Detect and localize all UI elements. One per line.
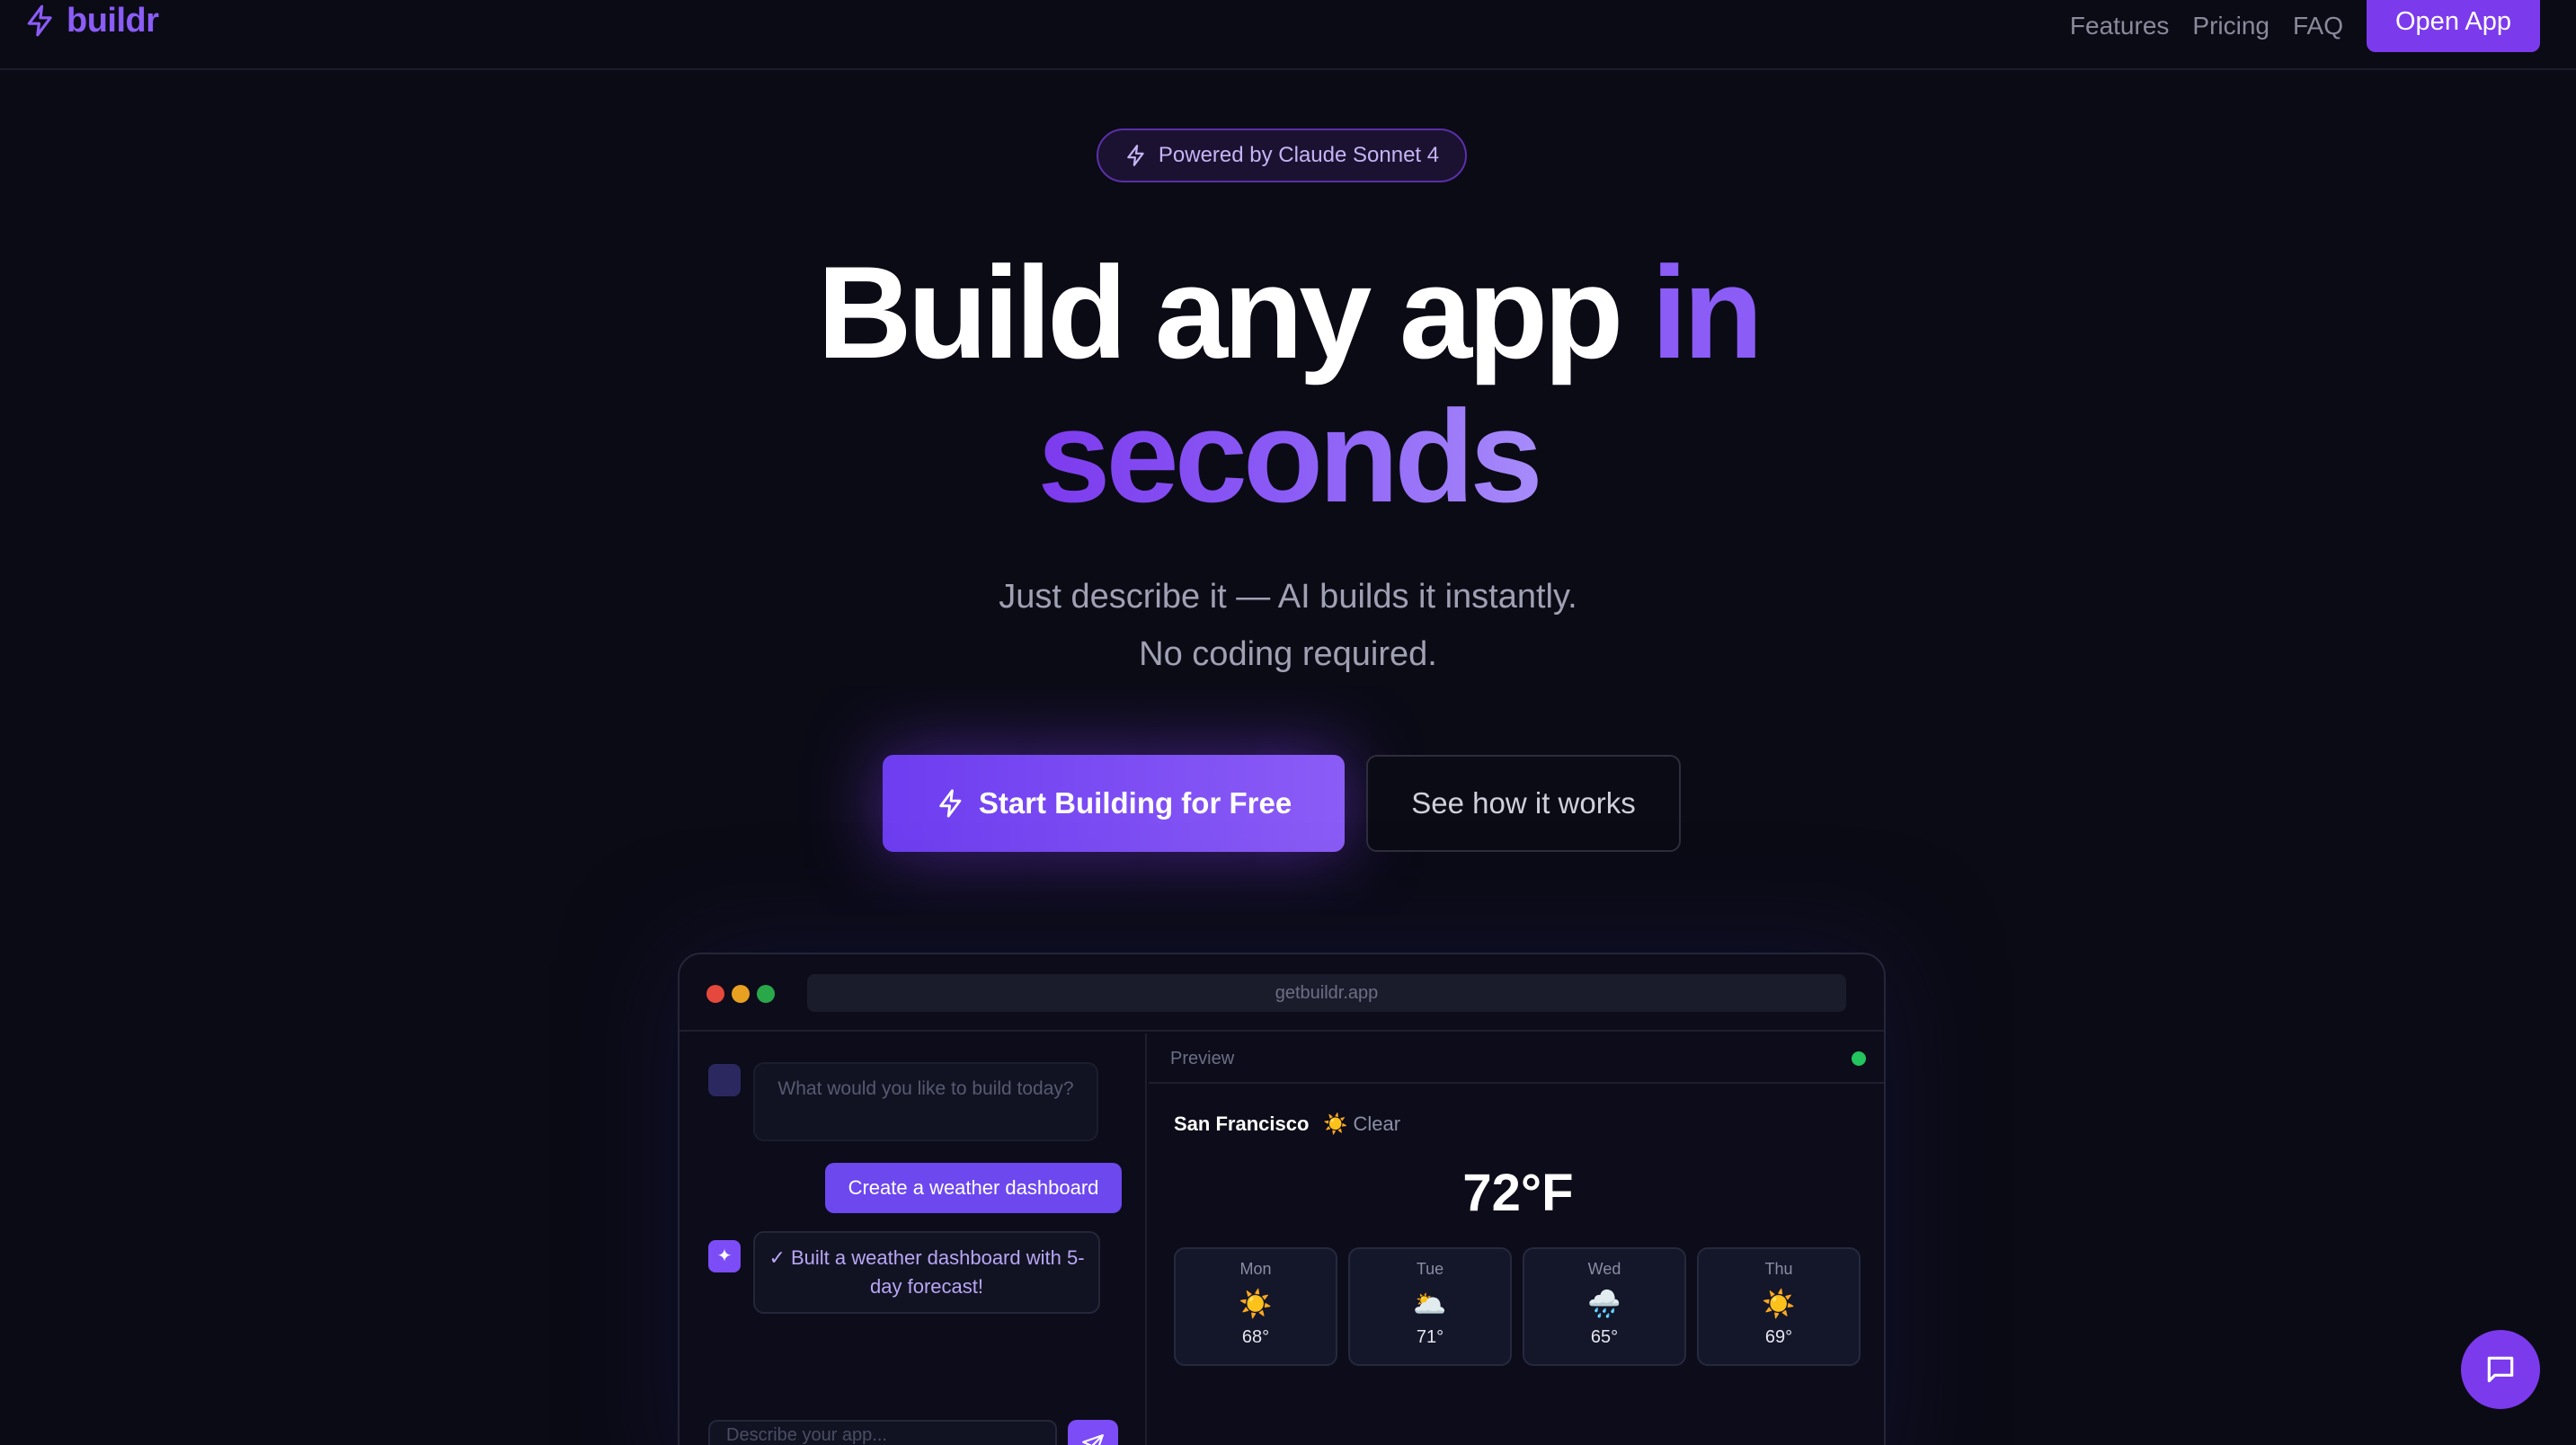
minimize-dot-icon [732,985,750,1003]
weather-city: San Francisco [1174,1113,1310,1135]
bolt-icon [939,789,962,818]
forecast-row: Mon ☀️ 68° Tue 🌥️ 71° Wed 🌧️ 65° Thu ☀️ … [1174,1247,1861,1366]
send-icon [1082,1434,1104,1445]
maximize-dot-icon [757,985,775,1003]
preview-label: Preview [1170,1049,1235,1068]
forecast-day: Wed [1587,1260,1621,1278]
see-how-it-works-button[interactable]: See how it works [1366,755,1681,852]
forecast-temp: 68° [1241,1327,1270,1347]
assistant-prompt-bubble: What would you like to build today? [753,1062,1098,1141]
hero-headline: Build any app in seconds [0,241,2576,528]
user-avatar [708,1064,741,1096]
rain-cloud-icon: 🌧️ [1587,1290,1621,1319]
bolt-icon [27,4,52,37]
preview-pane: Preview San Francisco ☀️ Clear 72°F Mon … [1149,1033,1884,1445]
weather-condition: ☀️ Clear [1323,1113,1401,1135]
hero-subtitle: Just describe it — AI builds it instantl… [0,568,2576,683]
forecast-card: Tue 🌥️ 71° [1348,1247,1512,1366]
forecast-temp: 65° [1590,1327,1619,1347]
badge-label: Powered by Claude Sonnet 4 [1158,143,1440,167]
nav-link-features[interactable]: Features [2070,12,2170,40]
live-status-dot [1852,1051,1866,1066]
forecast-day: Mon [1239,1260,1272,1278]
chat-pane: What would you like to build today? Crea… [680,1033,1147,1445]
start-building-label: Start Building for Free [978,786,1292,820]
app-preview-window: getbuildr.app What would you like to bui… [678,953,1886,1445]
nav-link-pricing[interactable]: Pricing [2192,12,2270,40]
open-app-button[interactable]: Open App [2367,0,2540,52]
sun-icon: ☀️ [1762,1290,1796,1319]
headline-accent: in [1651,239,1763,386]
top-nav: buildr Features Pricing FAQ Open App [0,0,2576,70]
window-titlebar: getbuildr.app [680,954,1884,1032]
forecast-card: Thu ☀️ 69° [1697,1247,1861,1366]
sun-icon: ☀️ [1239,1290,1273,1319]
nav-links: Features Pricing FAQ Open App [2070,0,2540,52]
send-button[interactable] [1068,1420,1118,1445]
sparkle-icon: ✦ [708,1240,741,1272]
nav-link-faq[interactable]: FAQ [2293,12,2343,40]
bolt-icon [1127,145,1144,166]
brand-name: buildr [67,1,159,40]
forecast-day: Thu [1764,1260,1793,1278]
forecast-card: Wed 🌧️ 65° [1523,1247,1686,1366]
preview-header: Preview [1149,1033,1884,1084]
chat-bubble-icon [2487,1356,2514,1383]
chat-input[interactable]: Describe your app... [708,1420,1057,1445]
forecast-temp: 69° [1764,1327,1793,1347]
url-bar: getbuildr.app [807,974,1846,1012]
forecast-temp: 71° [1416,1327,1444,1347]
current-temperature: 72°F [1462,1164,1574,1222]
cloud-sun-icon: 🌥️ [1413,1290,1447,1319]
chat-support-button[interactable] [2461,1330,2540,1409]
subtitle-line1: Just describe it — AI builds it instantl… [999,578,1577,616]
brand-logo[interactable]: buildr [23,0,159,41]
close-dot-icon [706,985,724,1003]
forecast-card: Mon ☀️ 68° [1174,1247,1337,1366]
headline-line2: seconds [1037,383,1542,529]
ai-response-bubble: ✓ Built a weather dashboard with 5-day f… [753,1231,1100,1314]
powered-by-badge: Powered by Claude Sonnet 4 [1097,129,1467,182]
start-building-button[interactable]: Start Building for Free [883,755,1345,852]
user-message-bubble: Create a weather dashboard [825,1163,1122,1213]
subtitle-line2: No coding required. [1139,635,1437,673]
headline-white: Build any app [817,239,1623,386]
forecast-day: Tue [1416,1260,1444,1278]
